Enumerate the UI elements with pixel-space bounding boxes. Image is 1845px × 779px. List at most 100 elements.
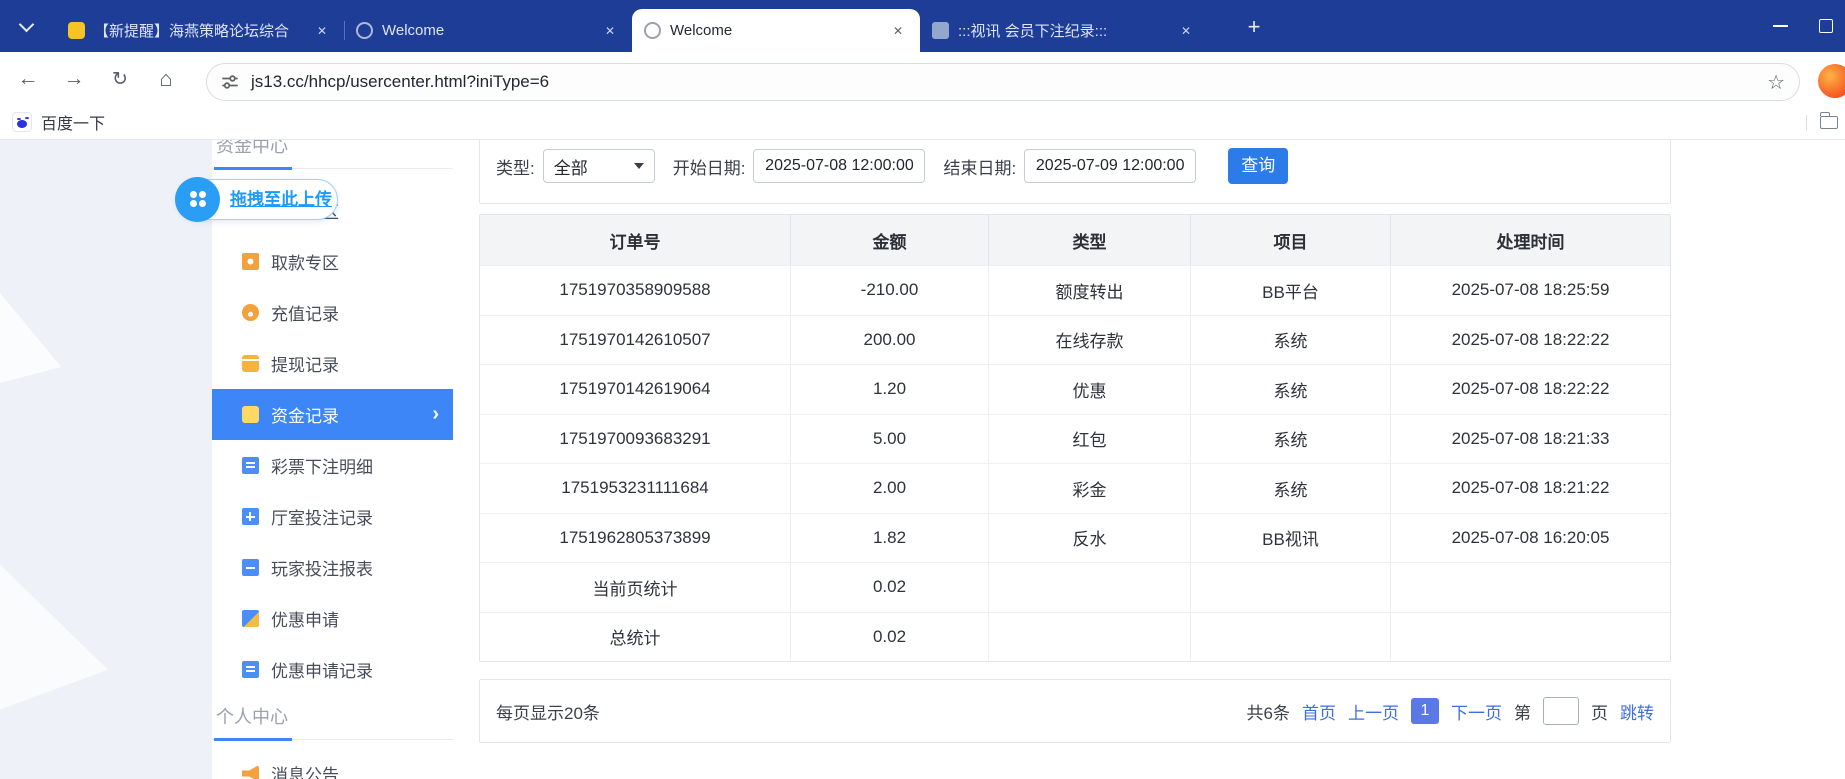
tab-search-button[interactable]	[10, 13, 42, 39]
table-cell: 0.02	[790, 563, 988, 612]
browser-tab[interactable]: 【新提醒】海燕策略论坛综合 ✕	[56, 9, 344, 52]
player-report-icon	[242, 559, 259, 576]
sidebar-item[interactable]: 优惠申请记录 ›	[212, 644, 453, 695]
sidebar-item[interactable]: 取款专区 ›	[212, 236, 453, 287]
bookmark-star-icon[interactable]: ☆	[1767, 70, 1785, 95]
sidebar-item[interactable]: 彩票下注明细 ›	[212, 440, 453, 491]
sidebar-item[interactable]: 优惠申请 ›	[212, 593, 453, 644]
globe-favicon	[644, 22, 661, 39]
sidebar-item[interactable]: 玩家投注报表 ›	[212, 542, 453, 593]
type-select-value: 全部	[554, 154, 588, 179]
table-cell: 总统计	[480, 613, 790, 662]
navigation-bar: ← → ↻ ⌂ js13.cc/hhcp/usercenter.html?ini…	[0, 52, 1845, 106]
table-row: 当前页统计 0.02	[480, 562, 1670, 612]
table-cell	[988, 613, 1190, 662]
table-cell: 1751970142610507	[480, 316, 790, 365]
address-bar[interactable]: js13.cc/hhcp/usercenter.html?iniType=6 ☆	[206, 63, 1800, 101]
start-date-input[interactable]: 2025-07-08 12:00:00	[753, 149, 925, 183]
announcement-icon	[242, 765, 259, 779]
back-button[interactable]: ←	[12, 63, 44, 95]
first-page-link[interactable]: 首页	[1302, 699, 1336, 724]
folder-icon[interactable]	[1820, 116, 1838, 129]
promo-record-icon	[242, 661, 259, 678]
new-tab-button[interactable]: +	[1240, 13, 1268, 41]
forum-favicon	[68, 22, 85, 39]
next-page-link[interactable]: 下一页	[1451, 699, 1502, 724]
prev-page-link[interactable]: 上一页	[1348, 699, 1399, 724]
table-cell: 额度转出	[988, 266, 1190, 315]
sidebar: 资金中心 存款专区 › 取款专区 › 充值记录 › 提现记录 › 资金记录 › …	[212, 140, 453, 779]
lottery-detail-icon	[242, 457, 259, 474]
minimize-button[interactable]	[1757, 0, 1803, 52]
sidebar-section-header: 个人中心	[212, 695, 453, 740]
url-text: js13.cc/hhcp/usercenter.html?iniType=6	[251, 72, 549, 92]
recharge-icon	[242, 304, 259, 321]
table-cell: 1751970142619064	[480, 365, 790, 414]
home-button[interactable]: ⌂	[150, 63, 182, 95]
table-cell: BB视讯	[1190, 514, 1390, 563]
table-row: 总统计 0.02	[480, 612, 1670, 662]
table-cell: 反水	[988, 514, 1190, 563]
sidebar-item[interactable]: 充值记录 ›	[212, 287, 453, 338]
profile-avatar[interactable]	[1818, 64, 1845, 98]
table-row: 1751962805373899 1.82 反水 BB视讯 2025-07-08…	[480, 513, 1670, 563]
sidebar-item[interactable]: 厅室投注记录 ›	[212, 491, 453, 542]
table-cell	[1390, 563, 1670, 612]
table-cell: -210.00	[790, 266, 988, 315]
sidebar-item[interactable]: 资金记录 ›	[212, 389, 453, 440]
browser-tab[interactable]: Welcome ✕	[632, 9, 920, 52]
table-header-cell: 项目	[1190, 215, 1390, 265]
table-cell: BB平台	[1190, 266, 1390, 315]
maximize-icon	[1819, 19, 1833, 33]
site-settings-icon[interactable]	[221, 73, 239, 91]
jump-label-suffix: 页	[1591, 699, 1608, 724]
type-select[interactable]: 全部	[543, 149, 655, 183]
promo-apply-icon	[242, 610, 259, 627]
jump-label-prefix: 第	[1514, 699, 1531, 724]
table-body: 1751970358909588 -210.00 额度转出 BB平台 2025-…	[480, 265, 1670, 661]
table-row: 1751970142610507 200.00 在线存款 系统 2025-07-…	[480, 315, 1670, 365]
search-button[interactable]: 查询	[1228, 148, 1288, 184]
minimize-icon	[1773, 25, 1788, 27]
sidebar-item[interactable]: 消息公告 ›	[212, 748, 453, 779]
jump-button[interactable]: 跳转	[1620, 699, 1654, 724]
table-header-cell: 订单号	[480, 215, 790, 265]
current-page-indicator[interactable]: 1	[1411, 698, 1439, 724]
sidebar-menu: 资金中心 存款专区 › 取款专区 › 充值记录 › 提现记录 › 资金记录 › …	[212, 140, 453, 779]
end-date-input[interactable]: 2025-07-09 12:00:00	[1024, 149, 1196, 183]
table-cell: 系统	[1190, 464, 1390, 513]
chevron-down-icon	[18, 16, 34, 32]
maximize-button[interactable]	[1803, 0, 1845, 52]
forward-button[interactable]: →	[58, 63, 90, 95]
decor-triangle	[0, 266, 83, 433]
close-icon[interactable]: ✕	[1176, 21, 1196, 41]
browser-window: + 【新提醒】海燕策略论坛综合 ✕ Welcome ✕ Welcome ✕ ::…	[0, 0, 1845, 779]
page-size-text: 每页显示20条	[496, 699, 600, 724]
close-icon[interactable]: ✕	[888, 21, 908, 41]
browser-tab[interactable]: Welcome ✕	[344, 9, 632, 52]
page-jump-input[interactable]	[1543, 697, 1579, 725]
browser-tab[interactable]: :::视讯 会员下注纪录::: ✕	[920, 9, 1208, 52]
sidebar-section-header: 资金中心	[212, 140, 453, 169]
table-header-cell: 金额	[790, 215, 988, 265]
table-row: 1751970358909588 -210.00 额度转出 BB平台 2025-…	[480, 265, 1670, 315]
table-cell: 1751970093683291	[480, 415, 790, 464]
upload-overlay[interactable]: 拖拽至此上传	[177, 179, 338, 220]
bookmark-baidu[interactable]: 百度一下	[12, 109, 105, 135]
close-icon[interactable]: ✕	[312, 21, 332, 41]
table-cell: 2025-07-08 18:22:22	[1390, 316, 1670, 365]
sidebar-item[interactable]: 提现记录 ›	[212, 338, 453, 389]
table-cell: 系统	[1190, 415, 1390, 464]
table-cell: 200.00	[790, 316, 988, 365]
table-cell: 1.82	[790, 514, 988, 563]
bookmarks-bar: 百度一下	[0, 106, 1845, 140]
reload-button[interactable]: ↻	[104, 63, 136, 95]
pagination-controls: 共6条 首页 上一页 1 下一页 第 页 跳转	[1247, 697, 1654, 725]
table-cell: 优惠	[988, 365, 1190, 414]
table-row: 1751953231111684 2.00 彩金 系统 2025-07-08 1…	[480, 463, 1670, 513]
table-cell: 2025-07-08 18:21:22	[1390, 464, 1670, 513]
table-cell	[1190, 613, 1390, 662]
table-cell: 2025-07-08 18:21:33	[1390, 415, 1670, 464]
close-icon[interactable]: ✕	[600, 21, 620, 41]
tab-strip: + 【新提醒】海燕策略论坛综合 ✕ Welcome ✕ Welcome ✕ ::…	[0, 0, 1845, 52]
